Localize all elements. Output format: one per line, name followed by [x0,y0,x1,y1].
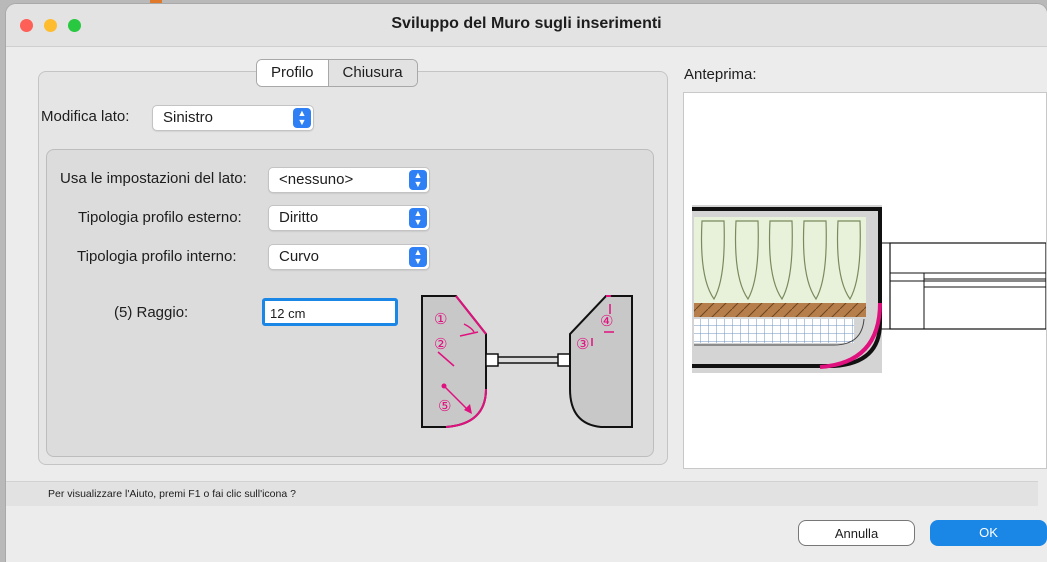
left-wall-shape [421,295,487,428]
window-title: Sviluppo del Muro sugli inserimenti [391,15,662,32]
outer-profile-label: Tipologia profilo esterno: [78,209,242,226]
use-side-settings-value: <nessuno> [279,171,354,188]
chevron-updown-icon: ▲ ▼ [409,208,427,228]
use-side-settings-label: Usa le impostazioni del lato: [60,170,247,187]
marker-1: ① [434,310,447,328]
tab-profilo[interactable]: Profilo [257,60,329,86]
inner-profile-label: Tipologia profilo interno: [77,248,237,265]
preview-label: Anteprima: [684,66,757,83]
radius-input-value: 12 cm [270,306,306,321]
edit-side-select[interactable]: Sinistro ▲ ▼ [152,105,314,131]
status-text: Per visualizzare l'Aiuto, premi F1 o fai… [48,488,296,500]
status-bar: Per visualizzare l'Aiuto, premi F1 o fai… [6,481,1038,506]
chevron-updown-icon: ▲ ▼ [409,247,427,267]
frame-right-block [557,353,571,367]
preview-panel [683,92,1047,469]
chevron-updown-icon: ▲ ▼ [409,170,427,190]
marker-2: ② [434,335,447,353]
frame-left-block [485,353,499,367]
chevron-updown-icon: ▲ ▼ [293,108,311,128]
marker-3: ③ [576,335,589,353]
inner-profile-select[interactable]: Curvo ▲ ▼ [268,244,430,270]
inner-profile-value: Curvo [279,248,320,265]
use-side-settings-select[interactable]: <nessuno> ▲ ▼ [268,167,430,193]
outer-profile-value: Diritto [279,209,319,226]
radius-input[interactable]: 12 cm [262,298,398,326]
tab-chiusura[interactable]: Chiusura [328,60,417,86]
title-bar: Sviluppo del Muro sugli inserimenti [6,4,1047,47]
dialog-window: Sviluppo del Muro sugli inserimenti Prof… [6,4,1047,562]
preview-drawing [692,205,1046,373]
radius-label: (5) Raggio: [114,304,189,321]
profile-diagram: ① ② ③ ④ ⑤ [421,295,633,428]
marker-5: ⑤ [438,397,451,415]
edit-side-value: Sinistro [163,109,214,126]
ok-button[interactable]: OK [930,520,1047,546]
edit-side-label: Modifica lato: [41,108,130,125]
outer-profile-select[interactable]: Diritto ▲ ▼ [268,205,430,231]
marker-4: ④ [600,312,613,330]
cancel-button[interactable]: Annulla [798,520,915,546]
tab-bar: Profilo Chiusura [256,59,418,87]
